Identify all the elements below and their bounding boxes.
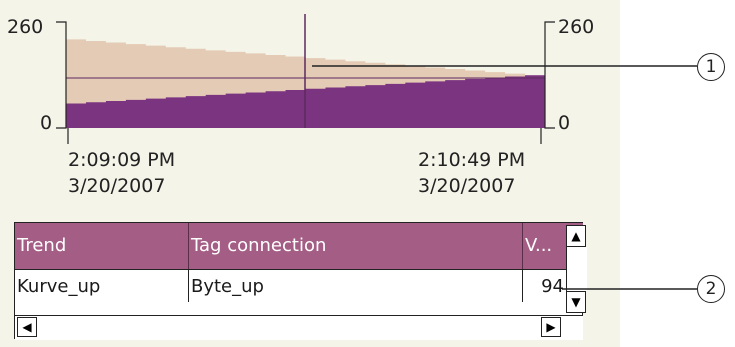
right-y-axis	[544, 21, 555, 129]
horizontal-scrollbar[interactable]: ◀ ▶	[15, 315, 583, 340]
value-table-header-row: Trend Tag connection V...	[15, 223, 583, 269]
callout-number-1: 1	[697, 53, 725, 81]
left-axis-max-label: 260	[7, 16, 44, 38]
right-axis-max-label: 260	[558, 16, 595, 38]
arrow-up-icon: ▲	[571, 229, 581, 243]
scroll-down-button[interactable]: ▼	[566, 291, 586, 313]
column-header-value[interactable]: V...	[523, 223, 566, 269]
time-axis-end: 2:10:49 PM 3/20/2007	[418, 148, 525, 199]
time-axis-start-date: 3/20/2007	[68, 174, 166, 197]
scroll-left-button[interactable]: ◀	[17, 317, 37, 337]
row-value-cell: 94	[523, 269, 566, 302]
time-axis-start-time: 2:09:09 PM	[68, 149, 176, 171]
arrow-down-icon: ▼	[571, 295, 581, 309]
left-axis-min-label: 0	[40, 112, 53, 134]
right-axis-min-label: 0	[558, 112, 571, 134]
column-header-trend[interactable]: Trend	[15, 223, 189, 269]
arrow-right-icon: ▶	[546, 320, 556, 334]
callout-number-2: 2	[697, 275, 725, 303]
scroll-up-button[interactable]: ▲	[566, 225, 586, 247]
time-axis-start: 2:09:09 PM 3/20/2007	[68, 148, 175, 199]
time-axis-end-time: 2:10:49 PM	[418, 149, 526, 171]
row-trend-cell: Kurve_up	[15, 269, 189, 302]
row-tag-connection-cell: Byte_up	[189, 269, 523, 302]
value-table: Trend Tag connection V... Kurve_up Byte_…	[14, 222, 587, 340]
vertical-scroll-track[interactable]	[566, 247, 587, 291]
time-axis-end-date: 3/20/2007	[418, 174, 516, 197]
left-y-axis	[56, 21, 67, 129]
arrow-left-icon: ◀	[22, 320, 32, 334]
column-header-tag-connection[interactable]: Tag connection	[189, 223, 523, 269]
trend-view-panel: 260 0 260 0 2:09:09 PM 3/20/2007 2:10:49…	[0, 0, 620, 347]
scroll-right-button[interactable]: ▶	[541, 317, 561, 337]
